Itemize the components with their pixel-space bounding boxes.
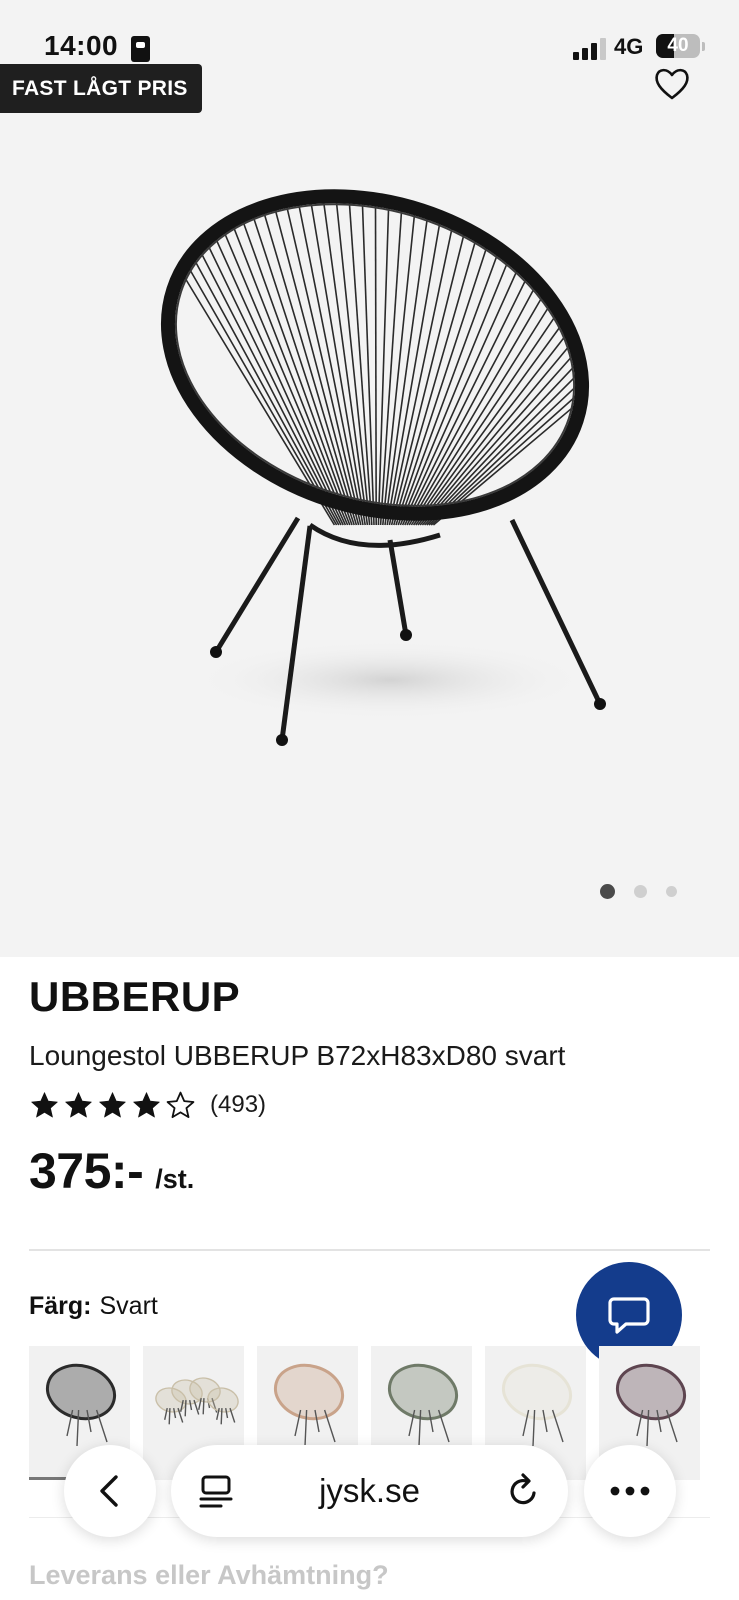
product-description: Loungestol UBBERUP B72xH83xD80 svart xyxy=(29,1040,566,1071)
product-image-gallery[interactable]: 14:00 4G 40 FAST LÅGT PRIS xyxy=(0,0,739,957)
color-value: Svart xyxy=(99,1292,158,1320)
star-filled-icon xyxy=(31,1091,58,1117)
price: 375:- /st. xyxy=(29,1142,194,1200)
divider xyxy=(29,1249,710,1251)
battery-icon: 40 xyxy=(656,34,700,58)
browser-more-button[interactable] xyxy=(584,1445,676,1537)
chair-thumbnail-icon xyxy=(273,1363,345,1447)
review-count: (493) xyxy=(210,1091,267,1118)
reader-icon[interactable] xyxy=(197,1471,237,1511)
contact-card-icon xyxy=(131,36,150,62)
star-outline-icon xyxy=(166,1091,195,1118)
chair-thumbnail-icon xyxy=(155,1377,239,1425)
network-type: 4G xyxy=(614,34,644,59)
star-filled-icon xyxy=(133,1091,160,1117)
chat-bubble-icon xyxy=(608,1297,650,1334)
product-photo-chair xyxy=(160,189,606,746)
pagination-dot-active[interactable] xyxy=(600,884,615,899)
browser-back-button[interactable] xyxy=(64,1445,156,1537)
star-filled-icon xyxy=(99,1091,126,1117)
color-selection: Färg: Svart xyxy=(29,1292,158,1321)
chevron-left-icon xyxy=(100,1475,118,1507)
chair-thumbnail-icon xyxy=(387,1363,459,1447)
chair-thumbnail-icon xyxy=(45,1363,117,1447)
rating-stars xyxy=(29,1090,196,1121)
ellipsis-icon xyxy=(610,1486,650,1496)
reload-icon[interactable] xyxy=(504,1471,544,1511)
color-label: Färg: xyxy=(29,1292,92,1320)
status-bar: 14:00 4G 40 xyxy=(0,28,739,68)
product-brand: UBBERUP xyxy=(29,973,241,1020)
selected-swatch-indicator xyxy=(29,1477,69,1480)
browser-address-bar[interactable]: jysk.se xyxy=(171,1445,568,1537)
pagination-dot[interactable] xyxy=(666,886,677,897)
star-filled-icon xyxy=(65,1091,92,1117)
delivery-section-title[interactable]: Leverans eller Avhämtning? xyxy=(29,1560,389,1591)
price-value: 375:- xyxy=(29,1143,144,1199)
signal-icon xyxy=(573,38,607,60)
heart-outline-icon[interactable] xyxy=(652,64,692,104)
fixed-low-price-badge: FAST LÅGT PRIS xyxy=(0,64,202,113)
status-time: 14:00 xyxy=(44,30,119,61)
price-unit: /st. xyxy=(155,1164,195,1194)
chair-thumbnail-icon xyxy=(501,1363,573,1447)
chair-thumbnail-icon xyxy=(615,1363,687,1447)
battery-tip xyxy=(702,42,705,51)
battery-level: 40 xyxy=(667,35,689,56)
pagination-dot[interactable] xyxy=(634,885,647,898)
product-rating[interactable]: (493) xyxy=(29,1089,266,1121)
